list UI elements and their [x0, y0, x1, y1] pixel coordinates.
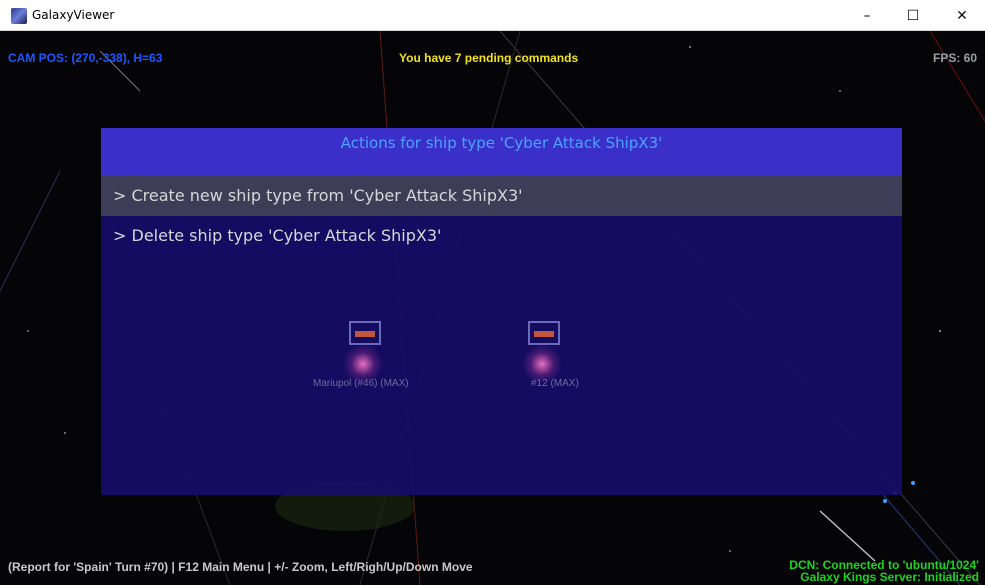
planet-marker: [528, 321, 560, 345]
planet-marker: [349, 321, 381, 345]
pending-commands: You have 7 pending commands: [399, 51, 579, 65]
window-title: GalaxyViewer: [32, 8, 115, 22]
dialog-title: Actions for ship type 'Cyber Attack Ship…: [340, 134, 663, 152]
dialog-header: Actions for ship type 'Cyber Attack Ship…: [101, 128, 902, 176]
menu-item-create-ship-type[interactable]: > Create new ship type from 'Cyber Attac…: [101, 176, 902, 216]
galaxy-viewport[interactable]: CAM POS: (270,-338), H=63 You have 7 pen…: [0, 31, 985, 585]
connection-status: DCN: Connected to 'ubuntu/1024' Galaxy K…: [789, 559, 979, 583]
app-icon: [11, 8, 27, 24]
minimize-button[interactable]: –: [844, 0, 890, 31]
fps-counter: FPS: 60: [932, 51, 977, 65]
maximize-button[interactable]: ☐: [890, 0, 936, 31]
status-report: (Report for 'Spain' Turn #70) | F12 Main…: [8, 560, 473, 574]
close-icon: ✕: [956, 7, 968, 24]
maximize-icon: ☐: [906, 7, 920, 24]
planet-label: #12 (MAX): [531, 378, 579, 389]
camera-position: CAM POS: (270,-338), H=63: [8, 51, 163, 65]
menu-item-delete-ship-type[interactable]: > Delete ship type 'Cyber Attack ShipX3': [101, 216, 902, 256]
planet-label: Mariupol (#46) (MAX): [313, 378, 409, 389]
title-bar: GalaxyViewer – ☐ ✕: [0, 0, 985, 31]
server-status-line: Galaxy Kings Server: Initialized: [800, 570, 979, 584]
minimize-icon: –: [863, 7, 871, 24]
close-button[interactable]: ✕: [939, 0, 985, 31]
ship-actions-dialog: Actions for ship type 'Cyber Attack Ship…: [101, 128, 902, 495]
